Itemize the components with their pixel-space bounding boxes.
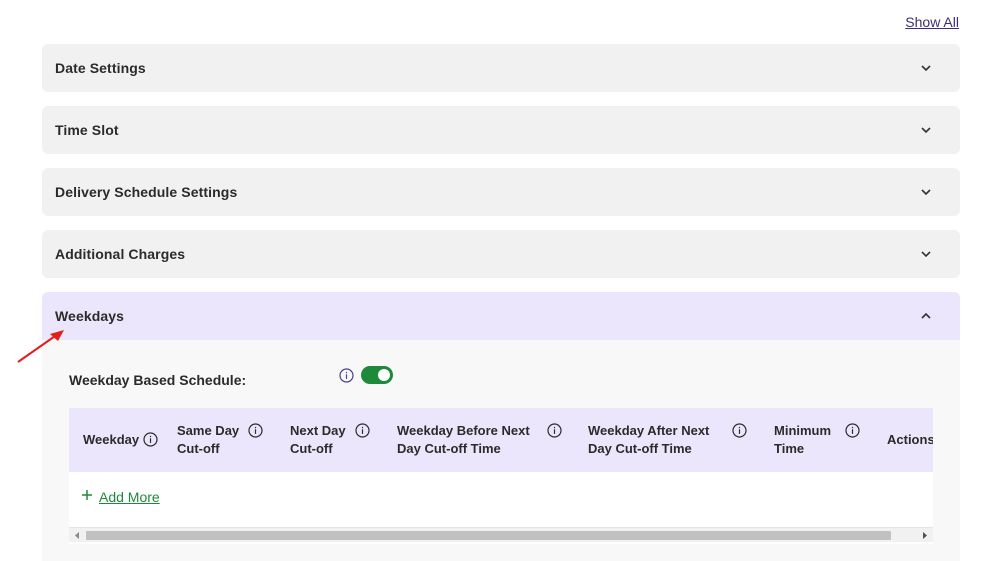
scrollbar-thumb[interactable] [86, 531, 891, 540]
info-icon[interactable] [547, 423, 562, 443]
chevron-up-icon [920, 310, 932, 322]
panel-additional-charges[interactable]: Additional Charges [42, 230, 960, 278]
scroll-right-arrow-icon[interactable] [919, 531, 929, 540]
chevron-down-icon [920, 124, 932, 136]
info-icon[interactable] [732, 423, 747, 443]
info-icon[interactable] [355, 423, 370, 443]
weekday-table-header: Weekday Same Day Cut-off Next Day Cut-of… [69, 408, 933, 472]
info-icon[interactable] [845, 423, 860, 443]
weekday-based-schedule-label: Weekday Based Schedule: [69, 372, 247, 388]
horizontal-scrollbar[interactable] [69, 527, 933, 542]
panel-title: Additional Charges [55, 246, 186, 262]
column-header-minimum-time: Minimum Time [774, 408, 874, 472]
settings-page: Show All Date Settings Time Slot Deliver… [0, 0, 995, 561]
add-more-button[interactable]: Add More [81, 488, 160, 506]
scroll-left-arrow-icon[interactable] [72, 531, 82, 540]
panel-delivery-schedule-settings[interactable]: Delivery Schedule Settings [42, 168, 960, 216]
column-header-weekday-before-next-day-cutoff: Weekday Before Next Day Cut-off Time [397, 408, 577, 472]
chevron-down-icon [920, 248, 932, 260]
column-header-same-day-cutoff: Same Day Cut-off [177, 408, 277, 472]
weekday-based-schedule-row: Weekday Based Schedule: [69, 364, 393, 388]
column-header-weekday: Weekday [83, 408, 173, 472]
plus-icon [81, 488, 93, 506]
info-icon[interactable] [339, 368, 354, 388]
add-more-label: Add More [99, 489, 160, 505]
panel-title: Date Settings [55, 60, 146, 76]
column-header-actions: Actions [887, 432, 933, 447]
weekday-schedule-toggle[interactable] [361, 366, 393, 384]
chevron-down-icon [920, 186, 932, 198]
panel-weekdays-header[interactable]: Weekdays [42, 292, 960, 340]
chevron-down-icon [920, 62, 932, 74]
column-header-weekday-after-next-day-cutoff: Weekday After Next Day Cut-off Time [588, 408, 763, 472]
panel-time-slot[interactable]: Time Slot [42, 106, 960, 154]
panel-title: Delivery Schedule Settings [55, 184, 238, 200]
show-all-link[interactable]: Show All [905, 14, 959, 30]
column-header-next-day-cutoff: Next Day Cut-off [290, 408, 390, 472]
info-icon[interactable] [248, 423, 263, 443]
panel-date-settings[interactable]: Date Settings [42, 44, 960, 92]
info-icon[interactable] [143, 432, 158, 452]
panel-weekdays: Weekdays Weekday Based Schedule: Weekday [42, 292, 960, 561]
weekday-table: Weekday Same Day Cut-off Next Day Cut-of… [69, 408, 933, 544]
panel-title: Time Slot [55, 122, 119, 138]
panel-title: Weekdays [55, 308, 125, 324]
